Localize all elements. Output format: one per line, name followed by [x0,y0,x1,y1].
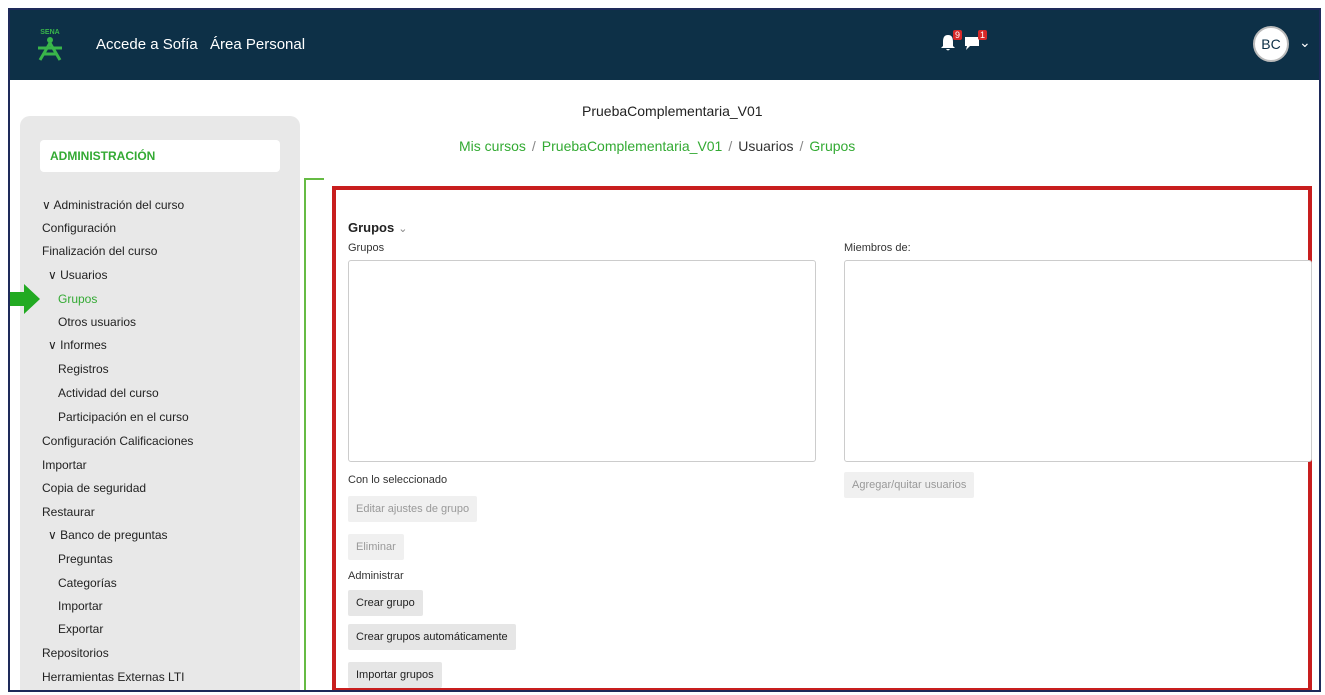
sidebar-item-configuracion-calificaciones[interactable]: Configuración Calificaciones [42,434,193,448]
groups-label: Grupos [348,242,385,254]
sidebar-item-otros-usuarios[interactable]: Otros usuarios [58,315,136,329]
breadcrumb-usuarios: Usuarios [738,138,794,154]
chevron-down-icon[interactable]: ⌄ [1299,34,1311,51]
messages-badge: 1 [977,30,987,40]
sidebar-item-finalizacion[interactable]: Finalización del curso [42,244,157,258]
nav-link-area-personal[interactable]: Área Personal [210,36,305,53]
messages-button[interactable]: 1 [963,30,987,57]
breadcrumb-grupos[interactable]: Grupos [809,138,855,154]
sidebar-item-administracion-curso[interactable]: ∨ Administración del curso [42,198,184,212]
auto-create-groups-button[interactable]: Crear grupos automáticamente [348,624,516,650]
nav-link-accede-sofia[interactable]: Accede a Sofía [96,36,198,53]
breadcrumb: Mis cursos / PruebaComplementaria_V01 / Usua… [459,138,855,154]
add-remove-users-button[interactable]: Agregar/quitar usuarios [844,472,975,498]
groups-heading-dropdown[interactable]: Grupos ⌄ [348,220,407,235]
sidebar-item-repositorios[interactable]: Repositorios [42,646,109,660]
sidebar-item-registros[interactable]: Registros [58,362,109,376]
breadcrumb-course[interactable]: PruebaComplementaria_V01 [542,138,723,154]
sidebar-item-restaurar[interactable]: Restaurar [42,505,95,519]
sidebar-item-importar-preguntas[interactable]: Importar [58,599,103,613]
arrow-right-icon [10,284,40,314]
sidebar-item-herramientas-lti[interactable]: Herramientas Externas LTI [42,670,185,684]
sidebar-item-informes[interactable]: ∨ Informes [48,338,107,352]
notifications-badge: 9 [952,30,962,40]
top-navbar: SENA Accede a Sofía Área Personal 9 1 BC… [10,10,1319,80]
edit-group-settings-button[interactable]: Editar ajustes de grupo [348,496,478,522]
sidebar-item-actividad-curso[interactable]: Actividad del curso [58,386,159,400]
admin-sidebar: ADMINISTRACIÓN ∨ Administración del curs… [20,116,300,690]
sidebar-item-grupos[interactable]: Grupos [58,292,97,306]
with-selected-label: Con lo seleccionado [348,474,448,486]
app-frame: SENA Accede a Sofía Área Personal 9 1 BC… [8,8,1321,692]
groups-listbox[interactable] [348,260,816,462]
breadcrumb-separator: / [728,138,733,154]
create-group-button[interactable]: Crear grupo [348,590,423,616]
breadcrumb-separator: / [799,138,804,154]
sidebar-item-preguntas[interactable]: Preguntas [58,552,113,566]
sidebar-item-importar[interactable]: Importar [42,458,87,472]
sidebar-item-participacion[interactable]: Participación en el curso [58,410,189,424]
breadcrumb-mis-cursos[interactable]: Mis cursos [459,138,526,154]
members-label: Miembros de: [844,242,911,254]
content-divider-tick [304,178,324,180]
admin-title: ADMINISTRACIÓN [50,149,156,163]
notifications-button[interactable]: 9 [940,30,962,57]
sidebar-item-usuarios[interactable]: ∨ Usuarios [48,268,107,282]
user-avatar[interactable]: BC [1253,26,1289,62]
svg-text:SENA: SENA [40,29,59,36]
manage-label: Administrar [348,570,404,582]
chevron-down-icon: ⌄ [398,223,408,235]
delete-button[interactable]: Eliminar [348,534,404,560]
sidebar-item-categorias[interactable]: Categorías [58,576,117,590]
page-title: PruebaComplementaria_V01 [582,103,763,119]
sidebar-item-banco-preguntas[interactable]: ∨ Banco de preguntas [48,528,168,542]
members-listbox[interactable] [844,260,1312,462]
sena-logo-icon[interactable]: SENA [32,24,68,64]
sidebar-item-copia-seguridad[interactable]: Copia de seguridad [42,481,146,495]
sidebar-item-exportar[interactable]: Exportar [58,622,103,636]
import-groups-button[interactable]: Importar grupos [348,662,442,688]
admin-title-box: ADMINISTRACIÓN [40,140,280,172]
breadcrumb-separator: / [531,138,536,154]
sidebar-item-configuracion[interactable]: Configuración [42,221,116,235]
content-divider [304,178,306,690]
groups-heading: Grupos [348,220,395,235]
